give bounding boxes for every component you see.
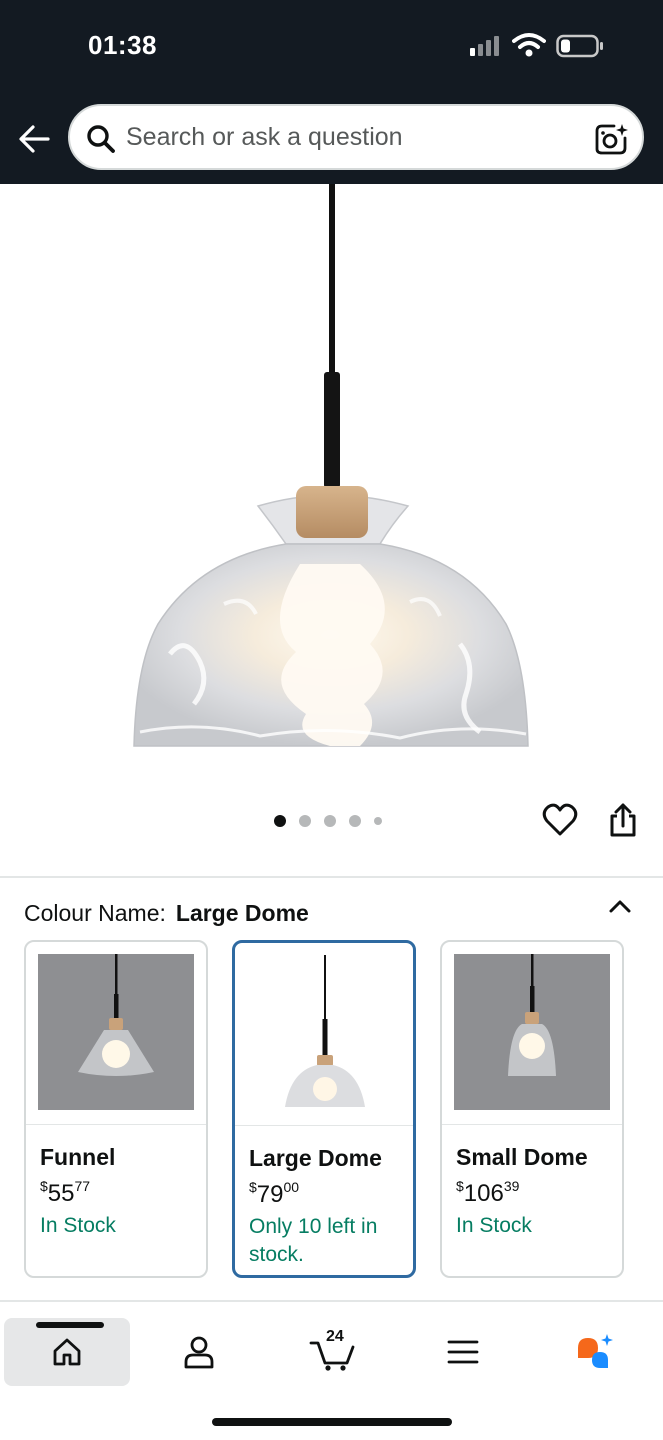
heart-icon[interactable]	[542, 802, 578, 838]
selected-colour-name: Large Dome	[175, 900, 309, 926]
swatch-separator	[235, 1125, 413, 1126]
home-icon	[53, 1338, 81, 1366]
nav-home[interactable]	[4, 1318, 130, 1386]
pendant-lamp-image	[133, 184, 529, 747]
colour-label-text: Colour Name:	[24, 900, 166, 926]
cellular-signal-icon	[470, 36, 504, 56]
pagination-dot[interactable]	[349, 815, 361, 827]
option-name: Small Dome	[456, 1144, 588, 1170]
active-tab-indicator	[36, 1322, 104, 1328]
search-icon[interactable]	[86, 124, 116, 154]
back-arrow-icon[interactable]	[16, 120, 54, 158]
pagination-dot[interactable]	[324, 815, 336, 827]
nav-cart[interactable]: 24	[270, 1318, 396, 1386]
chevron-up-icon[interactable]	[606, 892, 634, 920]
camera-icon[interactable]	[594, 122, 628, 156]
funnel-lamp-thumbnail	[38, 954, 194, 1110]
large-dome-lamp-thumbnail	[247, 955, 403, 1111]
option-stock-status: In Stock	[40, 1214, 116, 1237]
battery-icon	[556, 34, 603, 58]
section-divider	[0, 876, 663, 878]
swatch-separator	[442, 1124, 622, 1125]
colour-option-small-dome[interactable]: Small Dome $10639 In Stock	[440, 940, 624, 1278]
status-time: 01:38	[88, 30, 157, 60]
colour-name-label: Colour Name: Large Dome	[24, 900, 309, 927]
image-pagination-dots[interactable]	[274, 812, 382, 830]
wifi-icon	[512, 33, 546, 57]
product-image[interactable]	[0, 184, 663, 780]
colour-option-large-dome[interactable]: Large Dome $7900 Only 10 left in stock.	[232, 940, 416, 1278]
pagination-dot[interactable]	[299, 815, 311, 827]
option-stock-status: Only 10 left in stock.	[249, 1215, 378, 1266]
share-icon[interactable]	[606, 802, 640, 838]
nav-assistant[interactable]	[532, 1318, 658, 1386]
assistant-icon	[578, 1334, 613, 1368]
swatch-separator	[26, 1124, 206, 1125]
nav-menu[interactable]	[400, 1318, 526, 1386]
option-price: $10639	[456, 1178, 520, 1207]
small-dome-lamp-thumbnail	[454, 954, 610, 1110]
option-price: $5577	[40, 1178, 91, 1207]
top-bar: 01:38	[0, 0, 663, 184]
option-name: Large Dome	[249, 1145, 382, 1171]
search-input[interactable]	[126, 106, 566, 168]
home-indicator-bar	[212, 1418, 452, 1426]
option-price: $7900	[249, 1179, 300, 1208]
nav-account[interactable]	[136, 1318, 262, 1386]
pagination-dot[interactable]	[274, 815, 286, 827]
search-bar[interactable]	[68, 104, 644, 170]
option-name: Funnel	[40, 1144, 116, 1170]
option-stock-status: In Stock	[456, 1214, 532, 1237]
menu-icon	[447, 1340, 479, 1364]
cart-count-badge: 24	[326, 1328, 344, 1345]
account-icon	[184, 1336, 214, 1369]
pagination-dot[interactable]	[374, 817, 382, 825]
colour-option-funnel[interactable]: Funnel $5577 In Stock	[24, 940, 208, 1278]
